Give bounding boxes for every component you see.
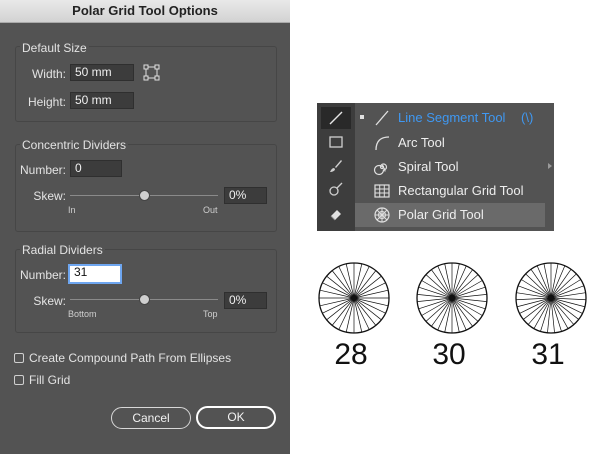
- radial-top-label: Top: [203, 309, 218, 319]
- polar-grid-example-31: [515, 262, 587, 334]
- polar-grid-icon: [374, 207, 390, 223]
- toolbar-paintbrush-slot[interactable]: [321, 155, 351, 177]
- polar-grid-example-28: [318, 262, 390, 334]
- radial-dividers-group: [15, 249, 277, 333]
- toolbar-shaper-slot[interactable]: [321, 179, 351, 201]
- polar-grid-center: [547, 294, 555, 302]
- fill-grid-label: Fill Grid: [29, 373, 71, 387]
- concentric-in-label: In: [68, 205, 76, 215]
- concentric-dividers-title: Concentric Dividers: [20, 138, 129, 152]
- flyout-label-arc: Arc Tool: [398, 135, 445, 150]
- fill-grid-checkbox[interactable]: [14, 375, 24, 385]
- concentric-skew-input[interactable]: 0%: [224, 187, 267, 204]
- flyout-label-rectangular-grid: Rectangular Grid Tool: [398, 183, 524, 198]
- rectangle-icon: [329, 136, 343, 148]
- default-size-group: [15, 46, 277, 122]
- flyout-shortcut-line-segment: (\): [521, 110, 534, 125]
- concentric-number-input[interactable]: 0: [70, 160, 122, 177]
- constrain-proportions-icon[interactable]: [143, 64, 160, 81]
- rectangular-grid-icon: [374, 184, 390, 198]
- concentric-out-label: Out: [203, 205, 218, 215]
- cancel-button[interactable]: Cancel: [111, 407, 191, 429]
- radial-dividers-title: Radial Dividers: [20, 243, 105, 257]
- active-tool-indicator: [360, 115, 364, 119]
- toolbar-eraser-slot[interactable]: [321, 203, 351, 225]
- example-label-28: 28: [334, 338, 368, 371]
- flyout-label-line-segment: Line Segment Tool: [398, 110, 506, 125]
- flyout-expand-arrow-icon: [548, 163, 552, 169]
- polar-grid-example-30: [416, 262, 488, 334]
- radial-skew-knob[interactable]: [139, 294, 150, 305]
- radial-number-label: Number:: [20, 268, 67, 282]
- example-label-30: 30: [432, 338, 466, 371]
- width-label: Width:: [31, 67, 66, 81]
- ok-button[interactable]: OK: [196, 406, 276, 429]
- default-size-title: Default Size: [20, 41, 89, 55]
- flyout-item-line-segment[interactable]: Line Segment Tool (\): [355, 106, 545, 130]
- paintbrush-icon: [330, 160, 342, 172]
- dialog-title: Polar Grid Tool Options: [0, 0, 290, 23]
- compound-path-label: Create Compound Path From Ellipses: [29, 351, 232, 365]
- line-icon: [329, 111, 343, 125]
- concentric-skew-label: Skew:: [33, 189, 66, 203]
- flyout-label-polar-grid: Polar Grid Tool: [398, 207, 484, 222]
- height-input[interactable]: 50 mm: [70, 92, 134, 109]
- radial-bottom-label: Bottom: [68, 309, 97, 319]
- tools-panel: [317, 103, 355, 231]
- line-tools-flyout: Line Segment Tool (\) Arc Tool Spiral To…: [355, 103, 554, 231]
- flyout-item-arc[interactable]: Arc Tool: [355, 131, 545, 155]
- arc-icon: [375, 136, 390, 151]
- radial-skew-input[interactable]: 0%: [224, 292, 267, 309]
- radial-number-input[interactable]: 31: [68, 264, 122, 284]
- flyout-item-spiral[interactable]: Spiral Tool: [355, 155, 545, 179]
- polar-grid-options-dialog: Polar Grid Tool Options Default Size Wid…: [0, 0, 290, 454]
- line-segment-icon: [375, 110, 389, 126]
- height-label: Height:: [27, 95, 66, 109]
- toolbar-line-slot[interactable]: [321, 107, 351, 129]
- toolbar-rectangle-slot[interactable]: [321, 131, 351, 153]
- concentric-number-label: Number:: [20, 163, 67, 177]
- shaper-icon: [329, 182, 343, 196]
- flyout-label-spiral: Spiral Tool: [398, 159, 459, 174]
- example-label-31: 31: [531, 338, 565, 371]
- concentric-skew-knob[interactable]: [139, 190, 150, 201]
- radial-skew-label: Skew:: [33, 294, 66, 308]
- spiral-icon: [373, 163, 388, 176]
- compound-path-checkbox[interactable]: [14, 353, 24, 363]
- width-input[interactable]: 50 mm: [70, 64, 134, 81]
- flyout-item-rectangular-grid[interactable]: Rectangular Grid Tool: [355, 179, 545, 203]
- polar-grid-center: [448, 294, 456, 302]
- eraser-icon: [330, 210, 341, 221]
- flyout-item-polar-grid[interactable]: Polar Grid Tool: [355, 203, 545, 227]
- polar-grid-center: [350, 294, 358, 302]
